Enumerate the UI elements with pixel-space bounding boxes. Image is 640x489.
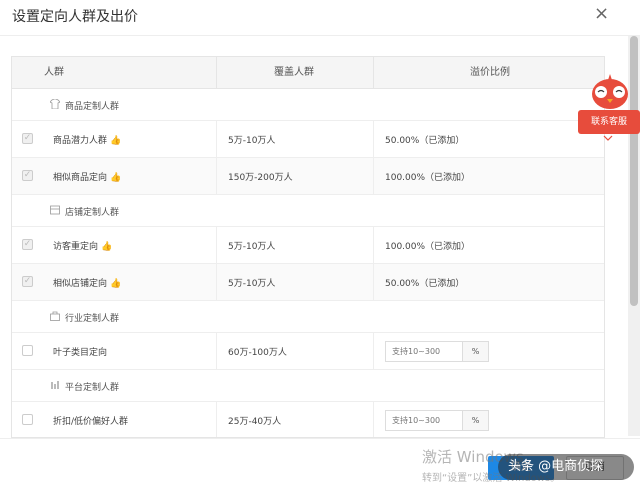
row-bid: 50.00%（已添加） — [385, 279, 465, 289]
row-name: 相似商品定向 👍 — [53, 173, 122, 183]
group-label: 平台定制人群 — [65, 383, 120, 393]
row-checkbox[interactable]: ✓ — [22, 133, 33, 144]
thumbs-up-icon: 👍 — [110, 136, 122, 146]
row-checkbox[interactable]: ✓ — [22, 276, 33, 287]
thumbs-up-icon: 👍 — [110, 279, 122, 289]
row-coverage: 5万-10万人 — [228, 136, 276, 146]
store-icon — [50, 205, 60, 215]
table-row: 叶子类目定向 60万-100万人 % — [12, 333, 604, 370]
row-checkbox[interactable] — [22, 345, 33, 356]
mascot-icon — [590, 74, 630, 110]
table-row: ✓ 相似店铺定向 👍 5万-10万人 50.00%（已添加） — [12, 264, 604, 301]
header-bid: 溢价比例 — [470, 67, 510, 78]
table-row: ✓ 访客重定向 👍 5万-10万人 100.00%（已添加） — [12, 227, 604, 264]
dialog-title: 设置定向人群及出价 — [12, 9, 138, 25]
platform-icon — [50, 380, 60, 390]
table-row: 折扣/低价偏好人群 25万-40万人 % — [12, 402, 604, 437]
row-coverage: 25万-40万人 — [228, 417, 282, 427]
row-checkbox[interactable]: ✓ — [22, 239, 33, 250]
group-header: 平台定制人群 — [12, 370, 604, 402]
row-name: 相似店铺定向 👍 — [53, 279, 122, 289]
row-bid: 100.00%（已添加） — [385, 242, 471, 252]
row-name: 访客重定向 👍 — [53, 242, 113, 252]
percent-unit: % — [462, 342, 488, 361]
shirt-icon — [49, 98, 61, 110]
group-header: 行业定制人群 — [12, 301, 604, 333]
chevron-down-icon — [603, 134, 613, 144]
audience-table: 人群 覆盖人群 溢价比例 商品定制人群 ✓ 商品潜力人群 👍 5万-10万人 50… — [11, 56, 605, 438]
bid-input-field[interactable]: % — [385, 341, 489, 362]
thumbs-up-icon: 👍 — [110, 173, 122, 183]
group-label: 店铺定制人群 — [65, 208, 120, 218]
row-name: 叶子类目定向 — [53, 348, 108, 358]
dialog-header: 设置定向人群及出价 × — [0, 0, 640, 36]
contact-service-button[interactable]: 联系客服 — [578, 110, 640, 134]
row-checkbox[interactable] — [22, 414, 33, 425]
row-checkbox[interactable]: ✓ — [22, 170, 33, 181]
row-name: 商品潜力人群 👍 — [53, 136, 122, 146]
group-label: 商品定制人群 — [65, 102, 120, 112]
bag-icon — [50, 311, 60, 321]
row-coverage: 5万-10万人 — [228, 279, 276, 289]
row-bid: 50.00%（已添加） — [385, 136, 465, 146]
row-name: 折扣/低价偏好人群 — [53, 417, 129, 427]
bid-input-field[interactable]: % — [385, 410, 489, 431]
group-header: 商品定制人群 — [12, 89, 604, 121]
thumbs-up-icon: 👍 — [101, 242, 113, 252]
group-header: 店铺定制人群 — [12, 195, 604, 227]
table-row: ✓ 商品潜力人群 👍 5万-10万人 50.00%（已添加） — [12, 121, 604, 158]
table-row: ✓ 相似商品定向 👍 150万-200万人 100.00%（已添加） — [12, 158, 604, 195]
table-header: 人群 覆盖人群 溢价比例 — [12, 57, 604, 89]
row-coverage: 5万-10万人 — [228, 242, 276, 252]
header-coverage: 覆盖人群 — [274, 67, 314, 78]
header-audience: 人群 — [44, 67, 64, 78]
bid-input[interactable] — [386, 411, 460, 430]
percent-unit: % — [462, 411, 488, 430]
bid-input[interactable] — [386, 342, 460, 361]
row-coverage: 150万-200万人 — [228, 173, 293, 183]
row-bid: 100.00%（已添加） — [385, 173, 471, 183]
group-label: 行业定制人群 — [65, 314, 120, 324]
customer-service-widget[interactable]: 联系客服 — [578, 74, 640, 146]
close-icon[interactable]: × — [594, 4, 609, 24]
row-coverage: 60万-100万人 — [228, 348, 287, 358]
brand-watermark: 头条 @电商侦探 — [498, 454, 634, 480]
